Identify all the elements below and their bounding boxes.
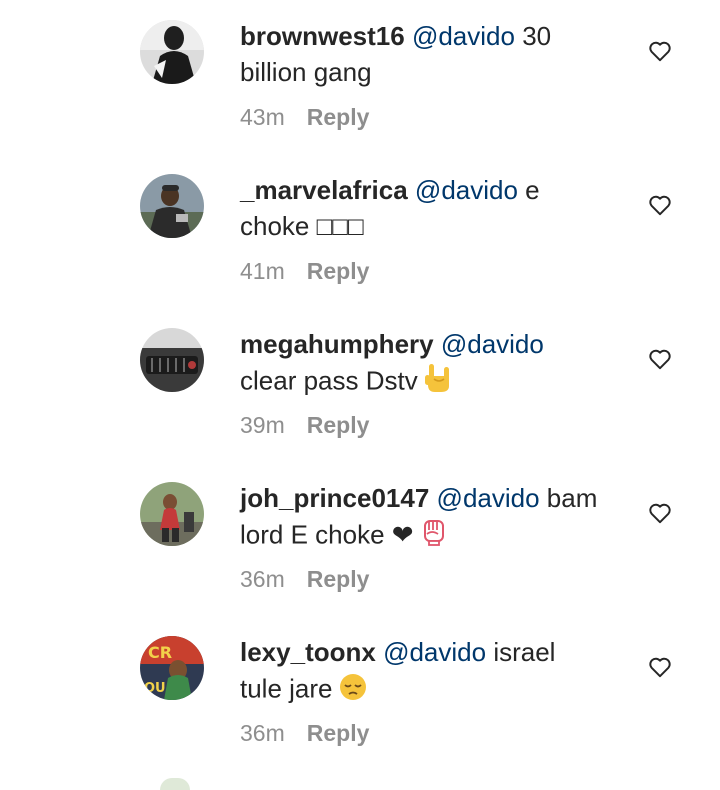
comment-text: lexy_toonx @davido israel tule jare [240,634,625,711]
raised-fist-emoji [418,516,450,557]
reply-button[interactable]: Reply [307,720,370,746]
comment-text-line2: tule jare [240,673,333,704]
comment-text-line1: israel [493,637,556,667]
comment-meta: 43m Reply [240,102,369,132]
comment-meta: 39m Reply [240,410,369,440]
heart-outline-icon[interactable] [647,192,673,218]
reply-button[interactable]: Reply [307,258,370,284]
comment-text-line2: billion gang [240,57,372,87]
heart-outline-icon[interactable] [647,38,673,64]
timestamp: 41m [240,258,285,284]
reply-button[interactable]: Reply [307,566,370,592]
svg-text:CR: CR [148,643,172,662]
comment-text-line2: choke □□□ [240,211,364,241]
love-you-gesture-emoji [422,362,454,403]
mention-link[interactable]: @davido [441,329,544,359]
timestamp: 39m [240,412,285,438]
mention-link[interactable]: @davido [383,637,486,667]
comment-text: _marvelafrica @davido e choke □□□ [240,172,625,244]
avatar[interactable] [140,328,204,392]
avatar[interactable]: CR OU [140,636,204,700]
comment-item: brownwest16 @davido 30 billion gang 43m R… [0,0,720,154]
comment-text-line2: lord E choke ❤ [240,519,414,550]
reply-button[interactable]: Reply [307,104,370,130]
mention-link[interactable]: @davido [412,21,515,51]
comment-text-line1: e [525,175,540,205]
next-avatar-edge [160,778,190,790]
timestamp: 36m [240,720,285,746]
timestamp: 43m [240,104,285,130]
avatar[interactable] [140,20,204,84]
reply-button[interactable]: Reply [307,412,370,438]
comment-text: megahumphery @davido clear pass Dstv [240,326,625,403]
username[interactable]: lexy_toonx [240,637,376,667]
username[interactable]: joh_prince0147 [240,483,429,513]
heart-outline-icon[interactable] [647,346,673,372]
username[interactable]: _marvelafrica [240,175,408,205]
comment-meta: 36m Reply [240,564,369,594]
avatar[interactable] [140,482,204,546]
mention-link[interactable]: @davido [415,175,518,205]
username[interactable]: megahumphery [240,329,434,359]
comment-meta: 41m Reply [240,256,369,286]
username[interactable]: brownwest16 [240,21,405,51]
comment-text: joh_prince0147 @davido bam lord E choke … [240,480,625,557]
comment-text: brownwest16 @davido 30 billion gang [240,18,625,90]
comment-text-line1: bam [546,483,598,513]
timestamp: 36m [240,566,285,592]
svg-text:OU: OU [144,681,166,696]
comment-meta: 36m Reply [240,718,369,748]
pensive-face-emoji [337,670,369,711]
comment-text-line1: 30 [522,21,552,51]
comment-list: brownwest16 @davido 30 billion gang 43m R… [0,0,720,790]
heart-outline-icon[interactable] [647,500,673,526]
heart-outline-icon[interactable] [647,654,673,680]
mention-link[interactable]: @davido [437,483,540,513]
comment-item: joh_prince0147 @davido bam lord E choke … [0,462,720,616]
avatar[interactable] [140,174,204,238]
comment-text-line2: clear pass Dstv [240,365,418,396]
comment-item: CR OU lexy_toonx @davido israel tule jar… [0,616,720,770]
comment-item: megahumphery @davido clear pass Dstv 39m… [0,308,720,462]
comment-item: _marvelafrica @davido e choke □□□ 41m Rep… [0,154,720,308]
